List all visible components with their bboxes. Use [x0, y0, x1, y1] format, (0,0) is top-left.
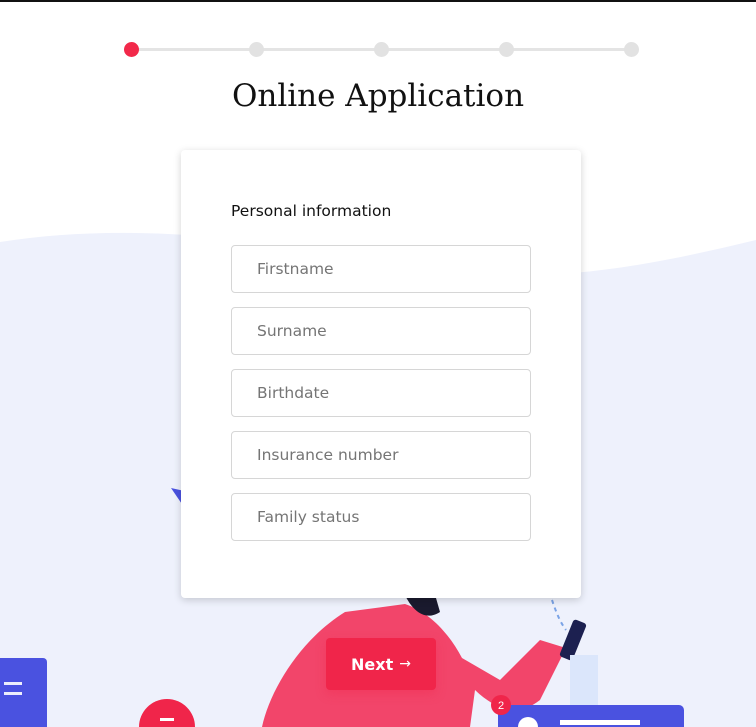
section-label: Personal information	[231, 202, 392, 220]
step-5[interactable]	[624, 42, 639, 57]
next-button[interactable]: Next →	[326, 638, 436, 690]
birthdate-field[interactable]	[231, 369, 531, 417]
arrow-right-icon: →	[399, 656, 411, 672]
next-button-label: Next	[351, 654, 394, 674]
surname-field[interactable]	[231, 307, 531, 355]
step-2[interactable]	[249, 42, 264, 57]
step-4[interactable]	[499, 42, 514, 57]
progress-stepper	[124, 42, 639, 57]
firstname-field[interactable]	[231, 245, 531, 293]
page-title: Online Application	[231, 78, 525, 114]
insurance-number-field[interactable]	[231, 431, 531, 479]
application-form-card: Personal information	[181, 150, 581, 598]
step-3[interactable]	[374, 42, 389, 57]
step-1[interactable]	[124, 42, 139, 57]
notification-badge-count: 2	[498, 700, 504, 712]
family-status-field[interactable]	[231, 493, 531, 541]
